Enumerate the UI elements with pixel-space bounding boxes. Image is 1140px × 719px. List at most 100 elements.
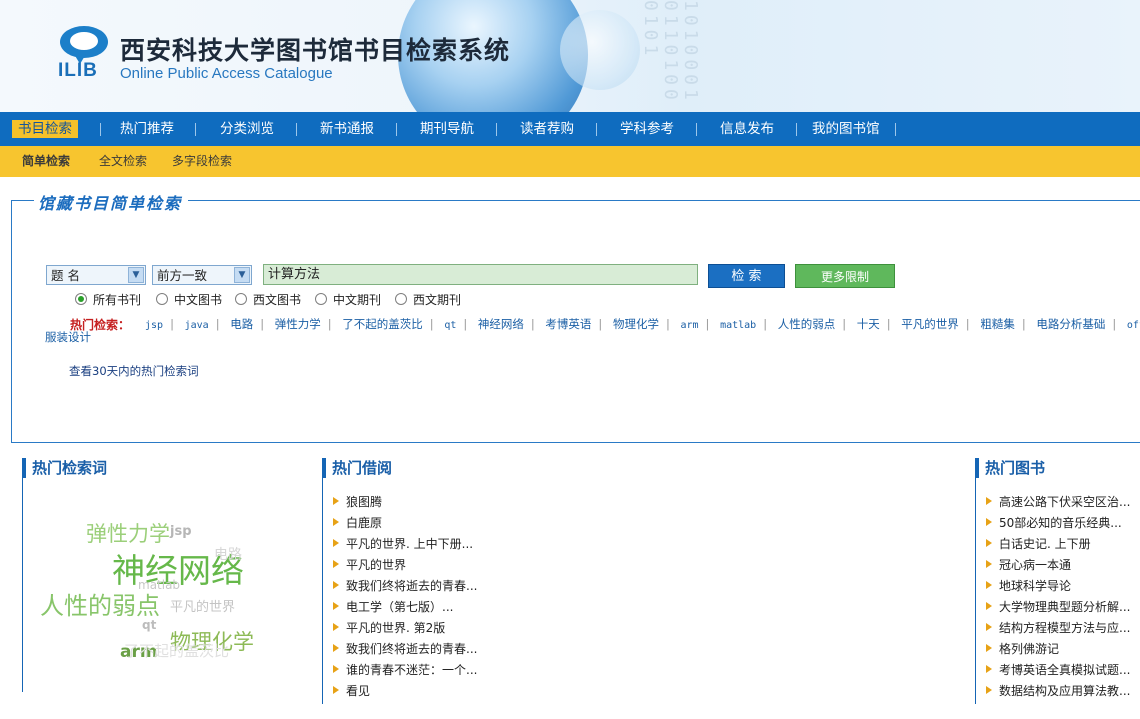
list-item[interactable]: 平凡的世界. 上中下册... — [333, 534, 477, 555]
nav-item-category-browse[interactable]: 分类浏览 — [220, 112, 274, 146]
nav-item-journal-nav[interactable]: 期刊导航 — [420, 112, 474, 146]
nav-separator — [596, 123, 597, 136]
nav-item-reader-recommend[interactable]: 读者荐购 — [520, 112, 574, 146]
hot-keyword[interactable]: 考博英语 — [545, 317, 591, 331]
list-item[interactable]: 白鹿原 — [333, 513, 477, 534]
hot-keyword[interactable]: office — [1127, 320, 1140, 331]
tab-multifield-search[interactable]: 多字段检索 — [172, 146, 232, 177]
cloud-tag[interactable]: 平凡的世界 — [170, 596, 235, 615]
radio-all-items[interactable]: 所有书刊 — [75, 292, 141, 308]
list-item[interactable]: 谁的青春不迷茫：一个... — [333, 660, 477, 681]
list-item[interactable]: 冠心病一本通 — [986, 555, 1130, 576]
nav-separator — [696, 123, 697, 136]
list-item[interactable]: 格列佛游记 — [986, 639, 1130, 660]
nav-separator — [796, 123, 797, 136]
keyword-separator: | — [1021, 317, 1026, 331]
radio-icon[interactable] — [156, 293, 168, 305]
hot-keyword[interactable]: 弹性力学 — [275, 317, 321, 331]
hot-keyword[interactable]: qt — [444, 320, 456, 331]
radio-icon[interactable] — [235, 293, 247, 305]
radio-western-journals[interactable]: 西文期刊 — [395, 292, 461, 308]
cloud-tag[interactable]: 人性的弱点 — [40, 586, 160, 621]
list-item[interactable]: 50部必知的音乐经典... — [986, 513, 1130, 534]
more-limits-button[interactable]: 更多限制 — [795, 264, 895, 288]
list-item[interactable]: 数据结构及应用算法教... — [986, 681, 1130, 702]
keyword-separator: | — [886, 317, 891, 331]
list-item[interactable]: 大学物理典型题分析解... — [986, 597, 1130, 618]
hot-keyword[interactable]: 电路分析基础 — [1036, 317, 1105, 331]
hot-books-title: 热门图书 — [975, 458, 1045, 478]
cloud-tag[interactable]: 电路 — [214, 544, 242, 564]
hot-keyword[interactable]: jsp — [145, 320, 163, 331]
radio-label: 西文图书 — [253, 293, 302, 307]
radio-icon[interactable] — [315, 293, 327, 305]
hot-keywords-row: jsp | java | 电路 | 弹性力学 | 了不起的盖茨比 | qt | 神经网络 | … — [145, 316, 1140, 332]
nav-item-my-library[interactable]: 我的图书馆 — [812, 112, 880, 146]
nav-item-info-release[interactable]: 信息发布 — [720, 112, 774, 146]
tab-simple-search[interactable]: 简单检索 — [22, 146, 70, 177]
search-input[interactable]: 计算方法 — [263, 264, 698, 285]
nav-label: 书目检索 — [12, 120, 78, 138]
keyword-separator: | — [530, 317, 535, 331]
radio-label: 中文图书 — [174, 293, 223, 307]
hot-30-days-link[interactable]: 查看30天内的热门检索词 — [69, 363, 199, 379]
hot-keyword[interactable]: 平凡的世界 — [901, 317, 959, 331]
hot-keyword[interactable]: 人性的弱点 — [778, 317, 836, 331]
list-item[interactable]: 看见 — [333, 681, 477, 702]
list-item[interactable]: 狼图腾 — [333, 492, 477, 513]
chevron-down-icon[interactable]: ▼ — [128, 267, 144, 283]
field-select[interactable]: 题 名 ▼ — [46, 265, 146, 285]
nav-separator — [396, 123, 397, 136]
radio-icon[interactable] — [395, 293, 407, 305]
keyword-separator: | — [429, 317, 434, 331]
hot-keyword[interactable]: 粗糙集 — [980, 317, 1015, 331]
nav-item-subject-reference[interactable]: 学科参考 — [620, 112, 674, 146]
hot-keyword[interactable]: 服装设计 — [45, 329, 91, 345]
radio-chinese-journals[interactable]: 中文期刊 — [315, 292, 381, 308]
hot-books-list: 高速公路下伏采空区治... 50部必知的音乐经典... 白话史记. 上下册 冠心… — [986, 492, 1130, 702]
hot-keyword[interactable]: 电路 — [230, 317, 253, 331]
cloud-tag[interactable]: qt — [142, 618, 156, 632]
list-item[interactable]: 平凡的世界. 第2版 — [333, 618, 477, 639]
search-button[interactable]: 检 索 — [708, 264, 785, 288]
nav-item-hot-recommend[interactable]: 热门推荐 — [120, 112, 174, 146]
list-item[interactable]: 致我们终将逝去的青春... — [333, 639, 477, 660]
list-item[interactable]: 考博英语全真模拟试题... — [986, 660, 1130, 681]
hot-keyword[interactable]: arm — [680, 320, 698, 331]
cloud-tag[interactable]: 了不起的盖茨比 — [124, 640, 229, 661]
list-item[interactable]: 结构方程模型方法与应... — [986, 618, 1130, 639]
radio-label: 中文期刊 — [333, 293, 382, 307]
list-item[interactable]: 地球科学导论 — [986, 576, 1130, 597]
hot-borrow-title: 热门借阅 — [322, 458, 392, 478]
hot-keyword[interactable]: matlab — [720, 320, 756, 331]
nav-item-new-books[interactable]: 新书通报 — [320, 112, 374, 146]
keyword-separator: | — [260, 317, 265, 331]
section-divider — [975, 478, 976, 704]
nav-item-catalog-search[interactable]: 书目检索 — [12, 112, 78, 146]
hot-keyword[interactable]: 十天 — [857, 317, 880, 331]
list-item[interactable]: 致我们终将逝去的青春... — [333, 576, 477, 597]
radio-chinese-books[interactable]: 中文图书 — [156, 292, 222, 308]
keyword-separator: | — [965, 317, 970, 331]
nav-separator — [496, 123, 497, 136]
list-item[interactable]: 高速公路下伏采空区治... — [986, 492, 1130, 513]
radio-western-books[interactable]: 西文图书 — [235, 292, 301, 308]
keyword-separator: | — [598, 317, 603, 331]
list-item[interactable]: 电工学（第七版）... — [333, 597, 477, 618]
radio-selected-icon[interactable] — [75, 293, 87, 305]
match-select[interactable]: 前方一致 ▼ — [152, 265, 252, 285]
hot-search-title: 热门检索词 — [22, 458, 107, 478]
list-item[interactable]: 平凡的世界 — [333, 555, 477, 576]
hot-keyword[interactable]: 物理化学 — [613, 317, 659, 331]
radio-label: 所有书刊 — [93, 293, 142, 307]
tab-fulltext-search[interactable]: 全文检索 — [99, 146, 147, 177]
hot-keyword[interactable]: java — [185, 320, 209, 331]
hot-keyword[interactable]: 神经网络 — [478, 317, 524, 331]
keyword-separator: | — [327, 317, 332, 331]
nav-separator — [195, 123, 196, 136]
cloud-tag[interactable]: jsp — [170, 524, 192, 539]
hot-keyword[interactable]: 了不起的盖茨比 — [342, 317, 423, 331]
list-item[interactable]: 白话史记. 上下册 — [986, 534, 1130, 555]
chevron-down-icon[interactable]: ▼ — [234, 267, 250, 283]
site-subtitle: Online Public Access Catalogue — [120, 65, 333, 82]
